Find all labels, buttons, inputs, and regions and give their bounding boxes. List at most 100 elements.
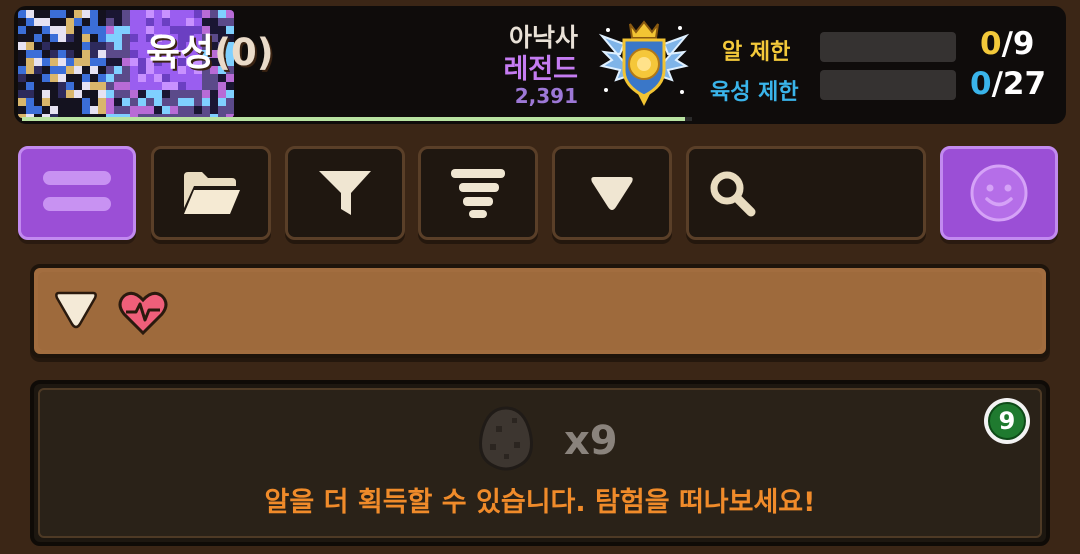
egg-icon[interactable] — [474, 404, 538, 472]
legend-rank-emblem-icon[interactable] — [594, 14, 694, 110]
portrait-pixel — [210, 82, 218, 90]
portrait-pixel — [98, 26, 106, 34]
portrait-pixel — [66, 82, 74, 90]
portrait-pixel — [122, 90, 130, 98]
breeding-section-header[interactable] — [30, 264, 1050, 358]
portrait-pixel — [74, 90, 82, 98]
portrait-pixel — [18, 66, 26, 74]
portrait-pixel — [122, 58, 130, 66]
portrait-pixel — [18, 50, 26, 58]
portrait-pixel — [130, 98, 138, 106]
menu-icon — [43, 171, 111, 211]
portrait-pixel — [74, 74, 82, 82]
sort-icon — [451, 169, 505, 218]
portrait-pixel — [34, 82, 42, 90]
portrait-pixel — [146, 90, 154, 98]
portrait-pixel — [42, 106, 50, 114]
portrait-pixel — [82, 82, 90, 90]
portrait-pixel — [162, 106, 170, 114]
portrait-pixel — [154, 98, 162, 106]
portrait-pixel — [42, 50, 50, 58]
portrait-pixel — [58, 34, 66, 42]
portrait-pixel — [34, 106, 42, 114]
section-title-text: 육성 — [146, 31, 215, 74]
portrait-pixel — [74, 82, 82, 90]
portrait-pixel — [122, 82, 130, 90]
portrait-pixel — [122, 34, 130, 42]
portrait-pixel — [34, 26, 42, 34]
portrait-pixel — [90, 106, 98, 114]
portrait-pixel — [66, 98, 74, 106]
portrait-pixel — [226, 82, 234, 90]
triangle-down-icon — [591, 177, 633, 210]
portrait-pixel — [138, 58, 146, 66]
portrait-pixel — [98, 66, 106, 74]
filter-button[interactable] — [285, 146, 405, 240]
triangle-down-icon[interactable] — [54, 290, 98, 330]
portrait-pixel — [202, 82, 210, 90]
portrait-pixel — [210, 98, 218, 106]
section-count: (0) — [214, 31, 274, 74]
portrait-pixel — [66, 42, 74, 50]
portrait-pixel — [90, 74, 98, 82]
heart-pulse-icon — [118, 291, 168, 336]
egg-limit-max: /9 — [1001, 26, 1035, 62]
portrait-pixel — [82, 98, 90, 106]
folder-button[interactable] — [151, 146, 271, 240]
portrait-pixel — [106, 18, 114, 26]
portrait-pixel — [114, 50, 122, 58]
portrait-pixel — [18, 74, 26, 82]
portrait-pixel — [74, 66, 82, 74]
portrait-pixel — [42, 90, 50, 98]
portrait-pixel — [90, 98, 98, 106]
portrait-pixel — [50, 106, 58, 114]
collapse-button[interactable] — [552, 146, 672, 240]
portrait-pixel — [26, 66, 34, 74]
search-box[interactable] — [686, 146, 926, 240]
portrait-pixel — [170, 90, 178, 98]
portrait-pixel — [226, 106, 234, 114]
portrait-pixel — [186, 106, 194, 114]
portrait-pixel — [42, 74, 50, 82]
portrait-pixel — [18, 58, 26, 66]
portrait-pixel — [194, 10, 202, 18]
portrait-pixel — [34, 42, 42, 50]
portrait-pixel — [122, 74, 130, 82]
portrait-pixel — [130, 50, 138, 58]
portrait-pixel — [194, 82, 202, 90]
menu-button[interactable] — [18, 146, 136, 240]
portrait-pixel — [98, 74, 106, 82]
egg-notice: 알을 더 획득할 수 있습니다. 탐험을 떠나보세요! — [264, 487, 816, 518]
portrait-pixel — [82, 106, 90, 114]
portrait-pixel — [74, 10, 82, 18]
portrait-pixel — [170, 106, 178, 114]
portrait-pixel — [26, 34, 34, 42]
portrait-pixel — [50, 74, 58, 82]
portrait-pixel — [90, 82, 98, 90]
sort-button[interactable] — [418, 146, 538, 240]
portrait-pixel — [18, 106, 26, 114]
portrait-pixel — [58, 58, 66, 66]
portrait-pixel — [194, 106, 202, 114]
portrait-pixel — [50, 34, 58, 42]
portrait-pixel — [58, 66, 66, 74]
portrait-pixel — [178, 90, 186, 98]
portrait-pixel — [66, 74, 74, 82]
portrait-pixel — [66, 66, 74, 74]
portrait-pixel — [106, 50, 114, 58]
portrait-pixel — [66, 50, 74, 58]
portrait-pixel — [138, 74, 146, 82]
portrait-pixel — [50, 50, 58, 58]
portrait-pixel — [26, 82, 34, 90]
portrait-pixel — [106, 98, 114, 106]
portrait-pixel — [122, 10, 130, 18]
emote-button[interactable] — [940, 146, 1058, 240]
portrait-pixel — [138, 106, 146, 114]
portrait-pixel — [106, 90, 114, 98]
portrait-pixel — [162, 90, 170, 98]
portrait-pixel — [82, 18, 90, 26]
portrait-pixel — [82, 10, 90, 18]
portrait-pixel — [186, 98, 194, 106]
portrait-pixel — [18, 90, 26, 98]
portrait-pixel — [218, 82, 226, 90]
